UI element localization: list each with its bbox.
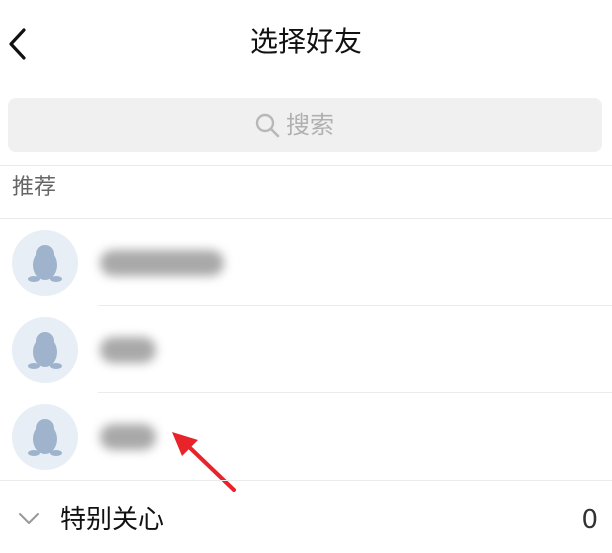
friend-name-blurred xyxy=(100,424,156,450)
divider xyxy=(0,480,612,481)
section-label-recommend: 推荐 xyxy=(12,175,57,200)
friend-list-item[interactable] xyxy=(0,392,612,478)
group-special-care[interactable]: 特别关心 0 xyxy=(0,482,612,553)
group-count: 0 xyxy=(581,505,598,535)
friend-list-item[interactable] xyxy=(0,218,612,304)
qq-penguin-icon xyxy=(28,245,62,282)
search-input[interactable] xyxy=(286,111,356,139)
group-label: 特别关心 xyxy=(60,505,165,535)
page-title: 选择好友 xyxy=(249,25,362,58)
divider xyxy=(0,165,612,166)
qq-penguin-icon xyxy=(28,419,62,456)
chevron-down-icon xyxy=(19,513,39,524)
qq-penguin-icon xyxy=(28,332,62,369)
avatar xyxy=(12,230,78,296)
friend-name-blurred xyxy=(100,337,156,363)
nav-bar: 选择好友 xyxy=(0,0,612,86)
search-bar[interactable] xyxy=(8,98,602,152)
friend-name-blurred xyxy=(100,250,224,276)
search-icon xyxy=(255,113,280,138)
avatar xyxy=(12,317,78,383)
avatar xyxy=(12,404,78,470)
friend-list-item[interactable] xyxy=(0,305,612,391)
